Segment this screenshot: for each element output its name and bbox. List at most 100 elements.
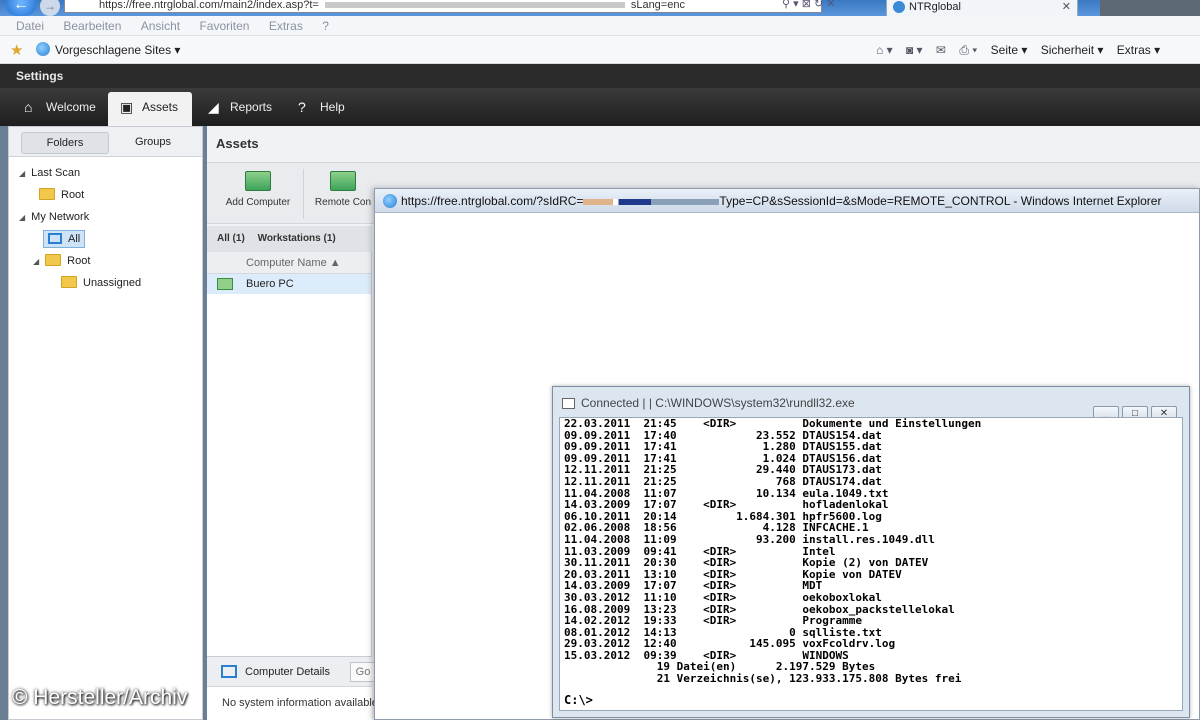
tree-label: Root: [67, 255, 91, 267]
url-prefix: https://free.ntrglobal.com/main2/index.a…: [99, 0, 319, 11]
tree-label: All: [68, 233, 81, 245]
remote-control-button[interactable]: Remote Con: [313, 171, 373, 208]
forward-button[interactable]: →: [40, 0, 60, 16]
filter-workstations[interactable]: Workstations (1): [258, 233, 336, 244]
tab-help-label: Help: [320, 100, 345, 114]
back-button[interactable]: ←: [6, 0, 36, 16]
menu-datei[interactable]: Datei: [16, 16, 44, 36]
browser-tab[interactable]: NTRglobal ✕: [886, 0, 1078, 16]
monitor-icon: [221, 665, 237, 678]
toolbar-divider: [303, 169, 304, 219]
tree-root-2[interactable]: ◢ Root: [33, 253, 90, 270]
filter-bar: All (1) Workstations (1): [207, 226, 372, 252]
column-computer-name[interactable]: Computer Name ▲: [207, 252, 371, 274]
url-suffix: sLang=enc: [630, 0, 685, 11]
feeds-icon[interactable]: ◙ ▾: [906, 43, 923, 57]
tree-label: My Network: [31, 211, 90, 223]
tree-label: Last Scan: [31, 167, 81, 179]
ie-icon: [36, 42, 50, 56]
menu-favoriten[interactable]: Favoriten: [199, 16, 249, 36]
remote-control-label: Remote Con: [314, 197, 372, 208]
address-bar[interactable]: https://free.ntrglobal.com/main2/index.a…: [64, 0, 822, 13]
folders-panel: Folders Groups ◢ Last Scan Root ◢ My Netwo…: [8, 126, 203, 720]
tab-reports-label: Reports: [230, 100, 273, 114]
console-line: 11.04.2008 11:09 93.200 install.res.1049…: [564, 532, 935, 546]
tree-label: Root: [61, 189, 85, 201]
tab-welcome-label: Welcome: [46, 100, 96, 114]
command-prompt[interactable]: C:\>: [564, 693, 593, 707]
tree-last-scan[interactable]: ◢ Last Scan: [19, 165, 80, 182]
collapse-arrow-icon[interactable]: ◢: [19, 213, 25, 222]
assets-title: Assets: [216, 136, 259, 151]
menu-bearbeiten[interactable]: Bearbeiten: [63, 16, 121, 36]
tools-menu[interactable]: Extras ▾: [1117, 43, 1160, 57]
collapse-arrow-icon[interactable]: ◢: [19, 169, 25, 178]
tab-reports[interactable]: ◢ Reports: [204, 92, 284, 126]
folder-tabs: Folders Groups: [9, 127, 202, 157]
print-icon[interactable]: ⎙ ▾: [959, 43, 977, 57]
settings-bar: Settings: [0, 64, 1200, 88]
browser-titlebar: ← → https://free.ntrglobal.com/main2/ind…: [0, 0, 1200, 16]
menu-help[interactable]: ?: [322, 16, 329, 36]
computer-icon: [217, 278, 233, 290]
search-icon[interactable]: ⚲ ▾ ⊠ ↻ ✕: [782, 0, 835, 10]
remote-window-titlebar[interactable]: https://free.ntrglobal.com/?sIdRC= Type=C…: [375, 189, 1199, 213]
remote-title-prefix: https://free.ntrglobal.com/?sIdRC=: [401, 194, 584, 208]
add-computer-label: Add Computer: [225, 197, 291, 208]
console-line: 22.03.2011 21:45 <DIR> Dokumente und Ein…: [564, 417, 982, 430]
tree-unassigned[interactable]: Unassigned: [61, 275, 141, 291]
suggested-sites-link[interactable]: Vorgeschlagene Sites ▾: [55, 43, 180, 57]
collapse-arrow-icon[interactable]: ◢: [33, 257, 39, 266]
tab-welcome[interactable]: ⌂ Welcome: [20, 92, 102, 126]
go-button[interactable]: Go: [350, 662, 376, 682]
tab-help[interactable]: ? Help: [294, 92, 354, 126]
ie-favicon-icon: [893, 1, 905, 13]
tab-assets[interactable]: ▣ Assets: [108, 92, 192, 126]
tab-folders[interactable]: Folders: [21, 132, 109, 154]
help-icon: ?: [298, 99, 306, 115]
computer-details-panel: Computer Details Go No system informatio…: [207, 656, 378, 720]
tree-all[interactable]: All: [43, 230, 86, 248]
tree-my-network[interactable]: ◢ My Network: [19, 209, 89, 226]
command-prompt-window: Connected | | C:\WINDOWS\system32\rundll…: [552, 386, 1190, 718]
console-line: 14.02.2012 19:33 <DIR> Programme: [564, 614, 863, 628]
cmd-titlebar[interactable]: Connected | | C:\WINDOWS\system32\rundll…: [553, 387, 1189, 422]
add-computer-button[interactable]: Add Computer: [225, 171, 291, 208]
computer-list: Computer Name ▲ Buero PC: [207, 252, 372, 656]
console-output[interactable]: 22.03.2011 21:45 <DIR> Dokumente und Ein…: [559, 417, 1183, 711]
chart-icon: ◢: [208, 99, 219, 115]
favorites-bar: ★ Vorgeschlagene Sites ▾ ⌂ ▾ ◙ ▾ ✉ ⎙ ▾ S…: [0, 36, 1200, 64]
tree-all-selected: All: [43, 230, 86, 248]
command-bar: ⌂ ▾ ◙ ▾ ✉ ⎙ ▾ Seite ▾ Sicherheit ▾ Extra…: [876, 43, 1170, 58]
console-line: 21 Verzeichnis(se), 123.933.175.808 Byte…: [564, 672, 962, 686]
tab-groups[interactable]: Groups: [113, 132, 193, 154]
home-icon[interactable]: ⌂ ▾: [876, 43, 893, 57]
monitor-icon: [48, 233, 62, 244]
computer-name: Buero PC: [246, 278, 294, 290]
tab-title: NTRglobal: [909, 1, 961, 13]
folder-icon: [45, 254, 62, 266]
favorites-star-icon[interactable]: ★: [10, 41, 23, 59]
table-row[interactable]: Buero PC: [207, 274, 371, 294]
remote-title-suffix: Type=CP&sSessionId=&sMode=REMOTE_CONTROL…: [719, 194, 1162, 208]
details-header: Computer Details Go: [207, 657, 376, 687]
window-controls: [1100, 0, 1200, 16]
mail-icon[interactable]: ✉: [936, 43, 946, 57]
home-icon: ⌂: [24, 99, 33, 115]
redacted-session-id: [583, 198, 720, 205]
redacted-url: [324, 2, 625, 9]
tree-label: Unassigned: [83, 277, 142, 289]
filter-all[interactable]: All (1): [217, 233, 245, 244]
copyright-watermark: © Hersteller/Archiv: [12, 686, 188, 709]
page-menu[interactable]: Seite ▾: [991, 43, 1028, 57]
menu-ansicht[interactable]: Ansicht: [141, 16, 180, 36]
add-computer-icon: [245, 171, 271, 191]
menu-extras[interactable]: Extras: [269, 16, 303, 36]
section-title: Settings: [16, 69, 64, 83]
remote-control-icon: [330, 171, 356, 191]
tree-root-1[interactable]: Root: [39, 187, 84, 203]
security-menu[interactable]: Sicherheit ▾: [1041, 43, 1104, 57]
close-tab-icon[interactable]: ✕: [1062, 0, 1071, 15]
folder-icon: [39, 188, 55, 200]
details-title: Computer Details: [245, 666, 330, 678]
